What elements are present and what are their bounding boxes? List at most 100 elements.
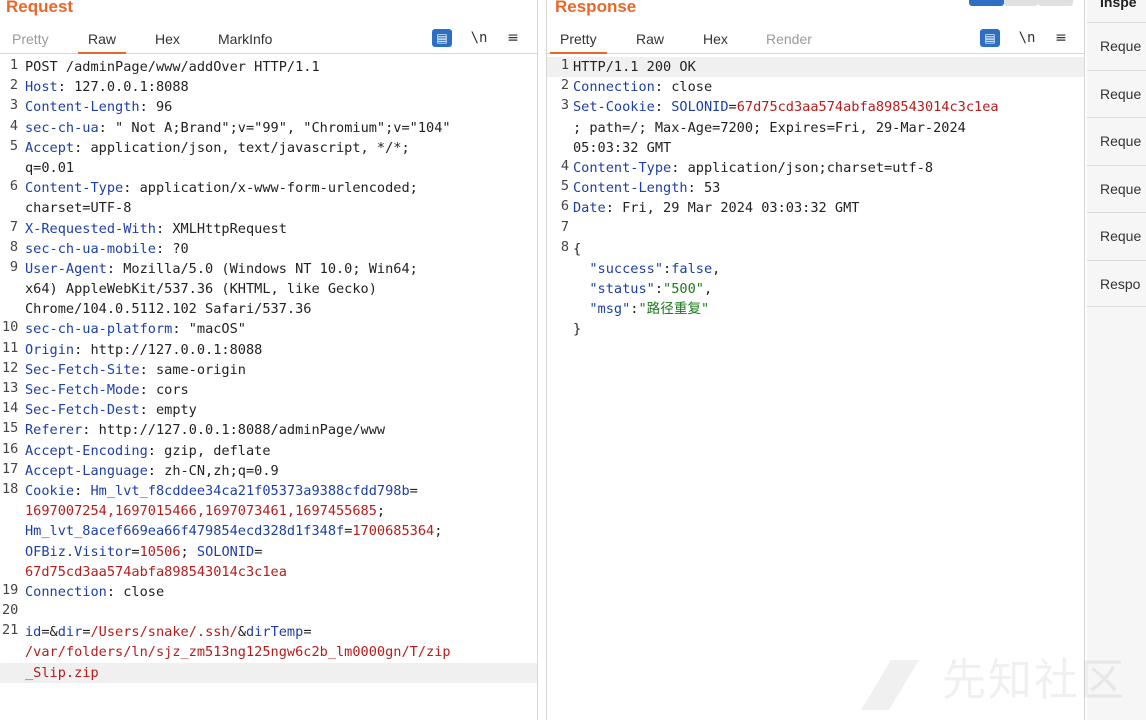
inspector-item[interactable]: Reque [1087,69,1146,118]
code-line: 16 Accept-Encoding: gzip, deflate [0,441,537,461]
code-line: 14 Sec-Fetch-Dest: empty [0,400,537,420]
code-token: Chrome/104.0.5112.102 Safari/537.36 [25,301,312,318]
tab-render[interactable]: Render [766,25,812,53]
tab-hex[interactable]: Hex [155,25,180,53]
code-text: Content-Length: 96 [0,97,537,117]
response-title: Response [555,0,637,16]
code-text: Origin: http://127.0.0.1:8088 [0,340,537,360]
menu-icon[interactable]: ≡ [1051,29,1071,47]
inspector-pane: Inspe Reque Reque Reque Reque Reque Resp… [1087,0,1146,720]
code-token: Connection [573,79,655,96]
code-text: Sec-Fetch-Dest: empty [0,400,537,420]
code-text: Host: 127.0.0.1:8088 [0,77,537,97]
tab-markinfo[interactable]: MarkInfo [218,25,272,53]
code-text: x64) AppleWebKit/537.36 (KHTML, like Gec… [0,279,537,299]
code-token: : [654,281,664,298]
wrap-icon[interactable]: ▤ [432,29,452,47]
line-number: 2 [560,77,569,94]
inspector-item[interactable]: Reque [1087,164,1146,213]
code-token: Content-Type [573,159,672,176]
code-line: 1 HTTP/1.1 200 OK [547,57,1084,78]
code-line: OFBiz.Visitor=10506; SOLONID= [0,542,537,562]
code-line: 7 [547,219,1084,239]
code-token: id [25,624,42,641]
response-editor[interactable]: 1 HTTP/1.1 200 OK 2 Connection: close 3 Set-C… [547,57,1084,340]
code-text: sec-ch-ua-mobile: ?0 [0,239,537,259]
line-number: 7 [560,218,569,235]
code-token: , [703,281,713,298]
pane-splitter[interactable] [538,0,546,720]
code-token: : Mozilla/5.0 (Windows NT 10.0; Win64; [106,260,418,277]
menu-icon[interactable]: ≡ [503,29,523,47]
code-token: Connection [25,583,107,600]
tab-pretty[interactable]: Pretty [12,25,49,53]
code-token: : application/x-www-form-urlencoded; [123,180,418,197]
code-token: : " Not A;Brand";v="99", "Chromium";v="1… [98,119,451,136]
line-number: 20 [2,602,19,619]
code-token: X-Requested-With [25,220,156,237]
code-text: { [547,239,1084,259]
line-number: 14 [2,400,19,417]
code-line: 3 Set-Cookie: SOLONID=67d75cd3aa574abfa89… [547,97,1084,117]
code-line: 13 Sec-Fetch-Mode: cors [0,380,537,400]
newline-toggle[interactable]: \n [1017,29,1037,47]
code-line: 10 sec-ch-ua-platform: "macOS" [0,319,537,339]
tab-raw[interactable]: Raw [636,25,664,53]
code-line: 2 Host: 127.0.0.1:8088 [0,77,537,97]
inspector-list: Reque Reque Reque Reque Reque Respo [1087,22,1146,307]
code-text: Connection: close [547,77,1084,97]
code-text: charset=UTF-8 [0,198,537,218]
code-token: HTTP/1.1 200 OK [573,59,696,75]
code-text: ; path=/; Max-Age=7200; Expires=Fri, 29-… [547,118,1084,138]
code-token: ; [434,523,443,540]
code-token: /Users/snake/.ssh/ [90,624,238,641]
line-number: 4 [9,117,18,134]
inspector-item[interactable]: Respo [1087,259,1146,307]
code-text: Content-Length: 53 [547,178,1084,198]
line-number: 15 [2,420,19,437]
code-text: "status":"500", [547,279,1084,299]
inspector-item[interactable]: Reque [1087,22,1146,70]
tab-pretty[interactable]: Pretty [550,25,607,54]
code-text: id=&dir=/Users/snake/.ssh/&dirTemp= [0,622,537,642]
line-number: 6 [560,198,569,215]
line-number: 7 [9,218,18,235]
code-token: { [573,240,582,257]
code-text: Connection: close [0,582,537,602]
code-line: 18 Cookie: Hm_lvt_f8cddee34ca21f05373a938… [0,481,537,501]
tab-raw[interactable]: Raw [77,25,127,54]
request-editor[interactable]: 1 POST /adminPage/www/addOver HTTP/1.1 2 Ho… [0,57,537,683]
line-number: 17 [2,460,19,477]
code-token: sec-ch-ua-mobile [25,240,156,257]
code-token: : zh-CN,zh;q=0.9 [147,462,279,479]
line-number: 19 [2,581,19,598]
line-number: 10 [2,319,19,336]
inspector-item[interactable]: Reque [1087,212,1146,260]
code-token: Cookie [25,482,75,499]
code-token: User-Agent [25,260,107,277]
code-token: Accept [25,139,75,156]
newline-toggle[interactable]: \n [469,29,489,47]
line-number: 3 [560,97,569,114]
layout-toggle[interactable] [969,0,1074,6]
request-tabs: Pretty Raw Hex MarkInfo ▤ \n ≡ [0,25,537,54]
code-line: 9 User-Agent: Mozilla/5.0 (Windows NT 10.… [0,259,537,279]
code-line: 4 sec-ch-ua: " Not A;Brand";v="99", "Chro… [0,118,537,138]
code-text: OFBiz.Visitor=10506; SOLONID= [0,542,537,562]
code-line: 7 X-Requested-With: XMLHttpRequest [0,219,537,239]
code-token: "500" [663,281,704,298]
code-text: Sec-Fetch-Mode: cors [0,380,537,400]
tab-hex[interactable]: Hex [703,25,728,53]
code-token: : application/json;charset=utf-8 [671,159,934,176]
code-token: SOLONID [671,99,729,116]
code-token: : empty [139,402,197,419]
code-line: charset=UTF-8 [0,198,537,218]
line-number: 5 [560,178,569,195]
wrap-icon[interactable]: ▤ [980,29,1000,47]
code-line: 5 Content-Length: 53 [547,178,1084,198]
code-token: = [303,624,312,641]
inspector-item[interactable]: Reque [1087,117,1146,165]
code-token: "status" [589,281,655,298]
code-token: Sec-Fetch-Mode [25,382,140,398]
